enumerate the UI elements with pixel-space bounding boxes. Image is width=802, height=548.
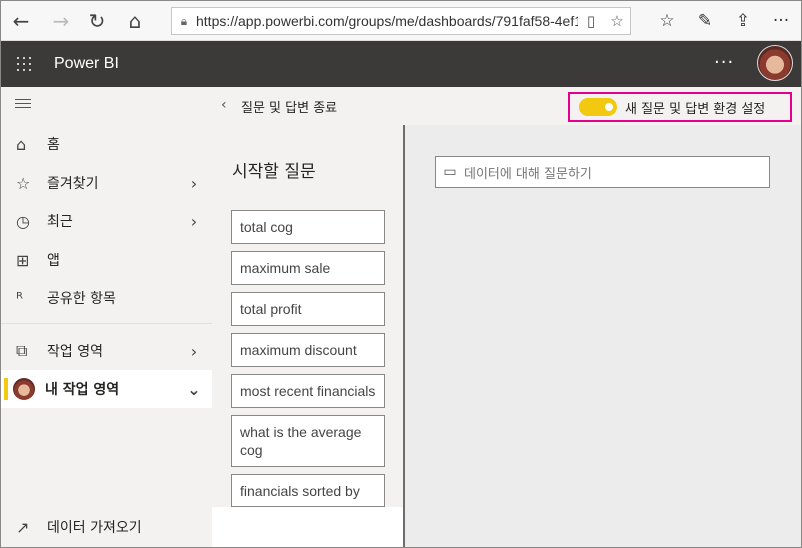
star-icon: ☆ <box>16 173 31 193</box>
question-button[interactable]: maximum sale <box>231 251 385 285</box>
favorites-list-icon[interactable]: ☆ <box>653 7 681 35</box>
chevron-down-icon: ⌄ <box>187 379 201 399</box>
toggle-knob <box>605 103 613 111</box>
browser-toolbar: ← → ↻ ⌂ 🔒︎ https://app.powerbi.com/group… <box>1 1 801 41</box>
question-button[interactable]: financials sorted by <box>231 474 385 507</box>
sidebar-item-apps[interactable]: ⊞ 앱 <box>1 241 212 279</box>
sidebar-item-workspaces[interactable]: ⧉ 작업 영역 › <box>1 332 212 370</box>
chevron-right-icon: › <box>190 211 198 231</box>
sidebar-item-label: 작업 영역 <box>47 344 103 360</box>
qa-input-placeholder: 데이터에 대해 질문하기 <box>464 166 592 182</box>
sidebar-item-recent[interactable]: ◷ 최근 › <box>1 202 212 240</box>
back-icon[interactable]: ← <box>7 7 35 35</box>
shared-person-icon: ᴿ <box>16 288 23 308</box>
chevron-left-icon[interactable]: ‹ <box>221 97 227 113</box>
sidebar-item-label: 내 작업 영역 <box>45 382 120 398</box>
sidebar-item-label: 즐겨찾기 <box>47 176 99 192</box>
favorite-star-icon[interactable]: ☆ <box>604 12 630 30</box>
apps-icon: ⊞ <box>16 250 30 270</box>
exit-qa-button[interactable]: 질문 및 답변 종료 <box>241 97 337 116</box>
forward-icon[interactable]: → <box>47 7 75 35</box>
active-indicator <box>4 378 8 400</box>
reader-icon[interactable]: ▯ <box>578 12 604 30</box>
chevron-right-icon: › <box>190 173 198 193</box>
sidebar: ⌂ 홈 ☆ 즐겨찾기 › ◷ 최근 › ⊞ 앱 ᴿ 공유한 항목 ⧉ 작업 영역… <box>1 87 212 547</box>
share-icon[interactable]: ⇪ <box>729 7 757 35</box>
question-button[interactable]: total cog <box>231 210 385 244</box>
hamburger-icon[interactable] <box>15 99 31 111</box>
sidebar-item-label: 앱 <box>47 253 60 269</box>
question-button[interactable]: what is the average cog <box>231 415 385 467</box>
sidebar-item-favorites[interactable]: ☆ 즐겨찾기 › <box>1 164 212 202</box>
question-button[interactable]: maximum discount <box>231 333 385 367</box>
home-icon[interactable]: ⌂ <box>121 7 149 35</box>
sidebar-item-home[interactable]: ⌂ 홈 <box>1 125 212 163</box>
sidebar-item-label: 최근 <box>47 214 73 230</box>
chat-bubble-icon: ▭ <box>443 164 457 180</box>
question-button[interactable]: total profit <box>231 292 385 326</box>
qa-question-input[interactable]: ▭ 데이터에 대해 질문하기 <box>435 156 770 188</box>
qa-main-area: ▭ 데이터에 대해 질문하기 <box>405 125 801 547</box>
sidebar-item-get-data[interactable]: ↗ 데이터 가져오기 <box>1 508 212 546</box>
brand-title[interactable]: Power BI <box>54 55 119 73</box>
sidebar-item-my-workspace[interactable]: 내 작업 영역 ⌄ <box>1 370 212 408</box>
clock-icon: ◷ <box>16 211 30 231</box>
sidebar-item-label: 홈 <box>47 137 60 153</box>
workspaces-icon: ⧉ <box>16 341 28 360</box>
refresh-icon[interactable]: ↻ <box>83 7 111 35</box>
more-options-icon[interactable]: ··· <box>714 52 734 73</box>
lock-icon: 🔒︎ <box>180 13 188 28</box>
chevron-right-icon: › <box>190 341 198 361</box>
new-qa-toggle-highlight: 새 질문 및 답변 환경 설정 <box>568 92 792 122</box>
arrow-up-right-icon: ↗ <box>16 517 30 537</box>
sidebar-item-label: 공유한 항목 <box>47 291 116 307</box>
starting-questions-title: 시작할 질문 <box>232 162 316 182</box>
more-icon[interactable]: ··· <box>767 7 795 35</box>
url-text[interactable]: https://app.powerbi.com/groups/me/dashbo… <box>196 13 578 29</box>
pen-icon[interactable]: ✎ <box>691 7 719 35</box>
user-avatar[interactable] <box>757 45 793 81</box>
sidebar-item-label: 데이터 가져오기 <box>47 520 142 536</box>
starting-questions-panel: 시작할 질문 total cog maximum sale total prof… <box>212 125 404 507</box>
sidebar-item-shared[interactable]: ᴿ 공유한 항목 <box>1 279 212 317</box>
question-button[interactable]: most recent financials <box>231 374 385 408</box>
workspace-avatar <box>13 378 35 400</box>
new-qa-toggle[interactable] <box>579 98 617 116</box>
qa-toolbar: ‹ 질문 및 답변 종료 새 질문 및 답변 환경 설정 <box>212 87 801 125</box>
toggle-label: 새 질문 및 답변 환경 설정 <box>625 101 766 117</box>
sidebar-divider <box>1 323 212 324</box>
address-bar[interactable]: 🔒︎ https://app.powerbi.com/groups/me/das… <box>171 7 631 35</box>
app-launcher-icon[interactable] <box>17 57 31 71</box>
app-header: Power BI ··· <box>1 41 801 87</box>
home-icon: ⌂ <box>16 134 27 154</box>
